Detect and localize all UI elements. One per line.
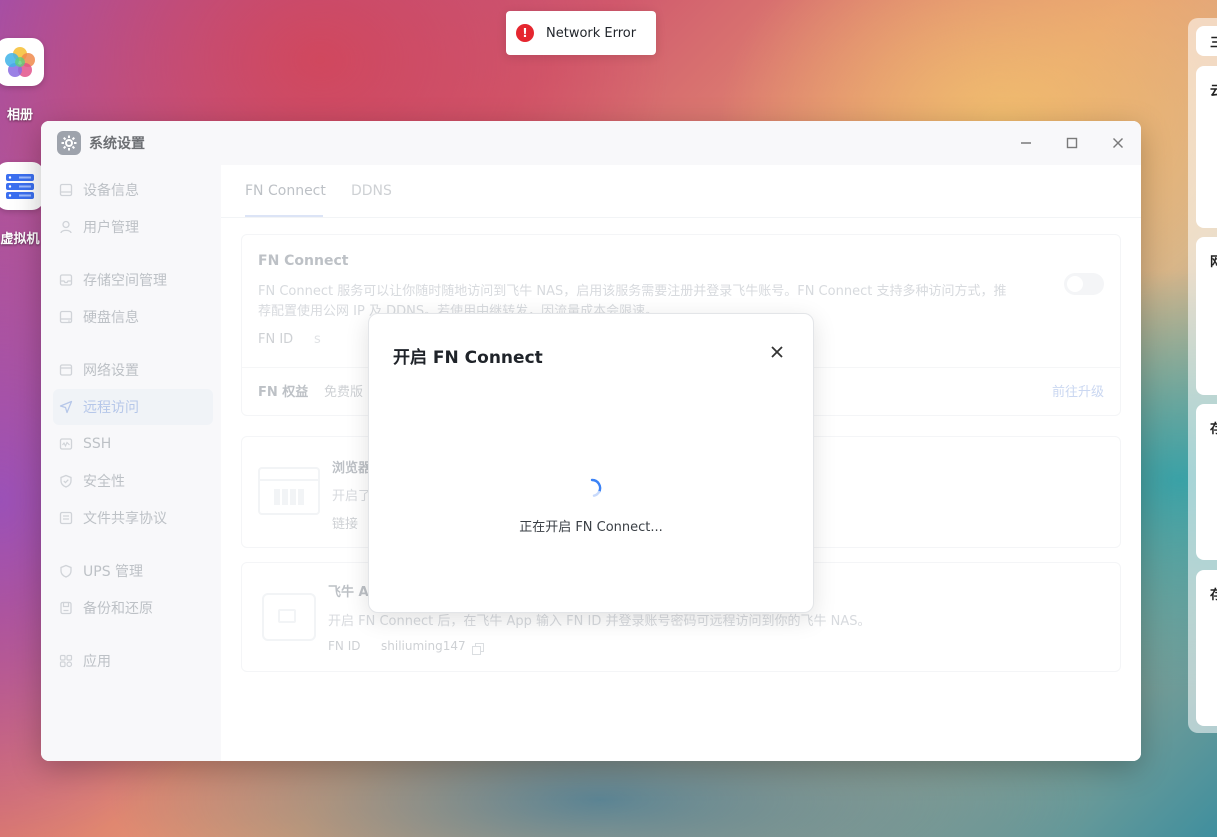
- widget-card-storage[interactable]: 存: [1196, 404, 1217, 560]
- widget-card-cloud[interactable]: 云: [1196, 66, 1217, 228]
- widget-card-top[interactable]: 三: [1196, 26, 1217, 56]
- photos-icon: [0, 38, 44, 86]
- enable-fn-connect-dialog: 开启 FN Connect 正在开启 FN Connect...: [368, 313, 814, 613]
- virtual-machine-icon: [0, 162, 44, 210]
- dialog-title: 开启 FN Connect: [393, 348, 543, 368]
- error-icon: !: [516, 24, 534, 42]
- toast-message: Network Error: [546, 25, 637, 41]
- network-error-toast: ! Network Error: [506, 11, 656, 55]
- desktop-icon-photos[interactable]: 相册: [0, 38, 48, 123]
- widget-card-network[interactable]: 网: [1196, 237, 1217, 395]
- close-icon: [771, 346, 783, 358]
- dialog-close-button[interactable]: [765, 340, 789, 364]
- loading-spinner-icon: [590, 478, 602, 497]
- widget-card-storage-2[interactable]: 存: [1196, 570, 1217, 726]
- loading-status-text: 正在开启 FN Connect...: [519, 520, 663, 535]
